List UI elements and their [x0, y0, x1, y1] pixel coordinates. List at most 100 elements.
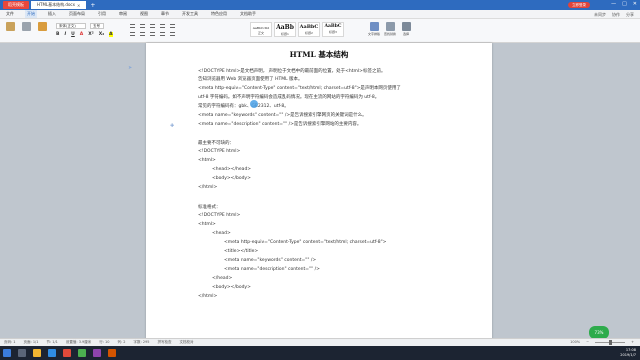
status-word-count[interactable]: 字数: 295	[134, 340, 150, 345]
share-button[interactable]: 分享	[626, 12, 634, 18]
font-size-select[interactable]: 五号	[90, 23, 104, 29]
menu-doc-assistant[interactable]: 文档助手	[238, 10, 258, 18]
indent-icon[interactable]	[160, 24, 165, 28]
search-taskbar-icon[interactable]	[18, 349, 26, 357]
style-heading-2[interactable]: AaBbC 标题2	[298, 22, 320, 37]
align-right-icon[interactable]	[150, 32, 155, 36]
title-bar: 稻壳模板 HTML基本结构.docx ✕ + 立即登录 — □ ✕	[0, 0, 640, 10]
chat-app-icon[interactable]	[78, 349, 86, 357]
menu-file[interactable]: 文件	[4, 10, 16, 18]
format-buttons: B I U A X² X₂ A	[56, 32, 113, 37]
status-column: 列: 2	[117, 340, 126, 344]
menu-insert[interactable]: 插入	[46, 10, 58, 18]
zoom-slider-thumb[interactable]	[609, 339, 613, 345]
start-icon[interactable]	[3, 349, 11, 357]
close-window-icon[interactable]: ✕	[633, 1, 637, 7]
menu-dev-tools[interactable]: 开发工具	[180, 10, 200, 18]
numbering-icon[interactable]	[140, 24, 145, 28]
sort-icon[interactable]	[170, 24, 175, 28]
zoom-controls: 100% − +	[570, 339, 634, 345]
system-tray[interactable]: 17:08 2019/1/7	[620, 348, 636, 357]
paragraph-buttons-bottom	[130, 32, 175, 36]
login-button[interactable]: 立即登录	[568, 2, 590, 8]
sync-status[interactable]: 未同步	[594, 12, 606, 18]
doc-line: <!DOCTYPE html>	[198, 149, 241, 154]
paragraph-handle-icon[interactable]: ✚	[170, 123, 176, 129]
file-explorer-icon[interactable]	[33, 349, 41, 357]
doc-line: <!DOCTYPE html>是文档声明， 声明位于文档中的最前面的位置，处于<…	[198, 69, 386, 74]
font-name-select[interactable]: 宋体(正文)	[56, 23, 86, 29]
doc-line: </head>	[212, 276, 233, 281]
style-sample: AaBbC	[299, 24, 319, 30]
clock-date: 2019/1/7	[620, 352, 636, 357]
app-tab-docer[interactable]: 稻壳模板	[3, 1, 29, 9]
document-tab-label: HTML基本结构.docx	[37, 2, 75, 7]
collaborate-button[interactable]: 协作	[612, 12, 620, 18]
proofread-button[interactable]: 文档校对	[180, 340, 194, 345]
doc-line: </html>	[198, 294, 218, 299]
cursor-icon	[401, 22, 411, 31]
brush-icon	[37, 22, 47, 31]
line-spacing-icon[interactable]	[170, 32, 175, 36]
italic-button[interactable]: I	[64, 32, 66, 37]
menu-view[interactable]: 视图	[138, 10, 150, 18]
menu-references[interactable]: 引用	[96, 10, 108, 18]
find-replace-label: 查找替换	[384, 32, 397, 36]
doc-line: <meta name="description" content="" />	[224, 267, 320, 272]
outdent-icon[interactable]	[150, 24, 155, 28]
zoom-level[interactable]: 100%	[570, 340, 580, 344]
justify-icon[interactable]	[160, 32, 165, 36]
bullets-icon[interactable]	[130, 24, 135, 28]
format-painter-button[interactable]	[36, 22, 48, 34]
browser-icon[interactable]	[48, 349, 56, 357]
zoom-out-icon[interactable]: −	[586, 340, 589, 344]
menu-home[interactable]: 开始	[25, 10, 37, 18]
bold-button[interactable]: B	[56, 32, 59, 37]
wps-icon[interactable]	[63, 349, 71, 357]
style-heading-3[interactable]: AaBbC 标题3	[322, 22, 344, 37]
menu-bar: 文件 开始 插入 页面布局 引用 审阅 视图 章节 开发工具 特色应用 文档助手…	[0, 10, 640, 19]
align-left-icon[interactable]	[130, 32, 135, 36]
new-tab-icon[interactable]: +	[90, 2, 95, 9]
paste-button[interactable]	[4, 22, 16, 34]
style-gallery: AaBbCcDd 正文 AaBb 标题1 AaBbC 标题2 AaBbC 标题3	[250, 22, 344, 37]
doc-line: 最主要不可缺的：	[198, 141, 234, 146]
doc-line: 告知浏览器用 Web 浏览器页面使用了 HTML 版本。	[198, 77, 303, 82]
cut-button[interactable]	[20, 22, 32, 34]
underline-button[interactable]: U	[71, 32, 75, 37]
spell-check-button[interactable]: 拼写检查	[158, 340, 172, 345]
menu-review[interactable]: 审阅	[117, 10, 129, 18]
document-tab[interactable]: HTML基本结构.docx ✕	[31, 1, 87, 9]
style-heading-1[interactable]: AaBb 标题1	[274, 22, 296, 37]
close-tab-icon[interactable]: ✕	[77, 3, 80, 8]
menu-section[interactable]: 章节	[159, 10, 171, 18]
media-app-icon[interactable]	[93, 349, 101, 357]
menu-page-layout[interactable]: 页面布局	[67, 10, 87, 18]
zoom-slider[interactable]	[595, 339, 626, 345]
document-workspace[interactable]: HTML 基本结构 <!DOCTYPE html>是文档声明， 声明位于文档中的…	[0, 43, 640, 348]
zoom-in-icon[interactable]: +	[631, 340, 634, 344]
editor-app-icon[interactable]	[108, 349, 116, 357]
performance-badge-value: 73%	[594, 330, 604, 335]
select-label: 选择	[402, 32, 409, 36]
select-button[interactable]: 选择	[400, 22, 412, 36]
text-layout-button[interactable]: 文字排版	[368, 22, 380, 36]
minimize-icon[interactable]: —	[611, 1, 616, 7]
maximize-icon[interactable]: □	[622, 1, 627, 7]
highlight-button[interactable]: A	[109, 32, 113, 37]
style-normal[interactable]: AaBbCcDd 正文	[250, 22, 272, 37]
doc-line: <body></body>	[212, 285, 251, 290]
doc-line: <title></title>	[224, 249, 259, 254]
doc-line: <meta name="keywords" content="" />	[224, 258, 317, 263]
doc-line: 标准格式：	[198, 205, 221, 210]
align-center-icon[interactable]	[140, 32, 145, 36]
menu-special-apps[interactable]: 特色应用	[209, 10, 229, 18]
find-replace-button[interactable]: 查找替换	[384, 22, 397, 36]
style-name: 正文	[257, 31, 264, 35]
superscript-button[interactable]: X²	[88, 32, 93, 37]
subscript-button[interactable]: X₂	[99, 32, 104, 37]
style-name: 标题3	[329, 30, 337, 34]
doc-line: <html>	[198, 158, 216, 163]
font-color-button[interactable]: A	[80, 32, 83, 37]
document-page[interactable]: HTML 基本结构 <!DOCTYPE html>是文档声明， 声明位于文档中的…	[146, 43, 492, 348]
